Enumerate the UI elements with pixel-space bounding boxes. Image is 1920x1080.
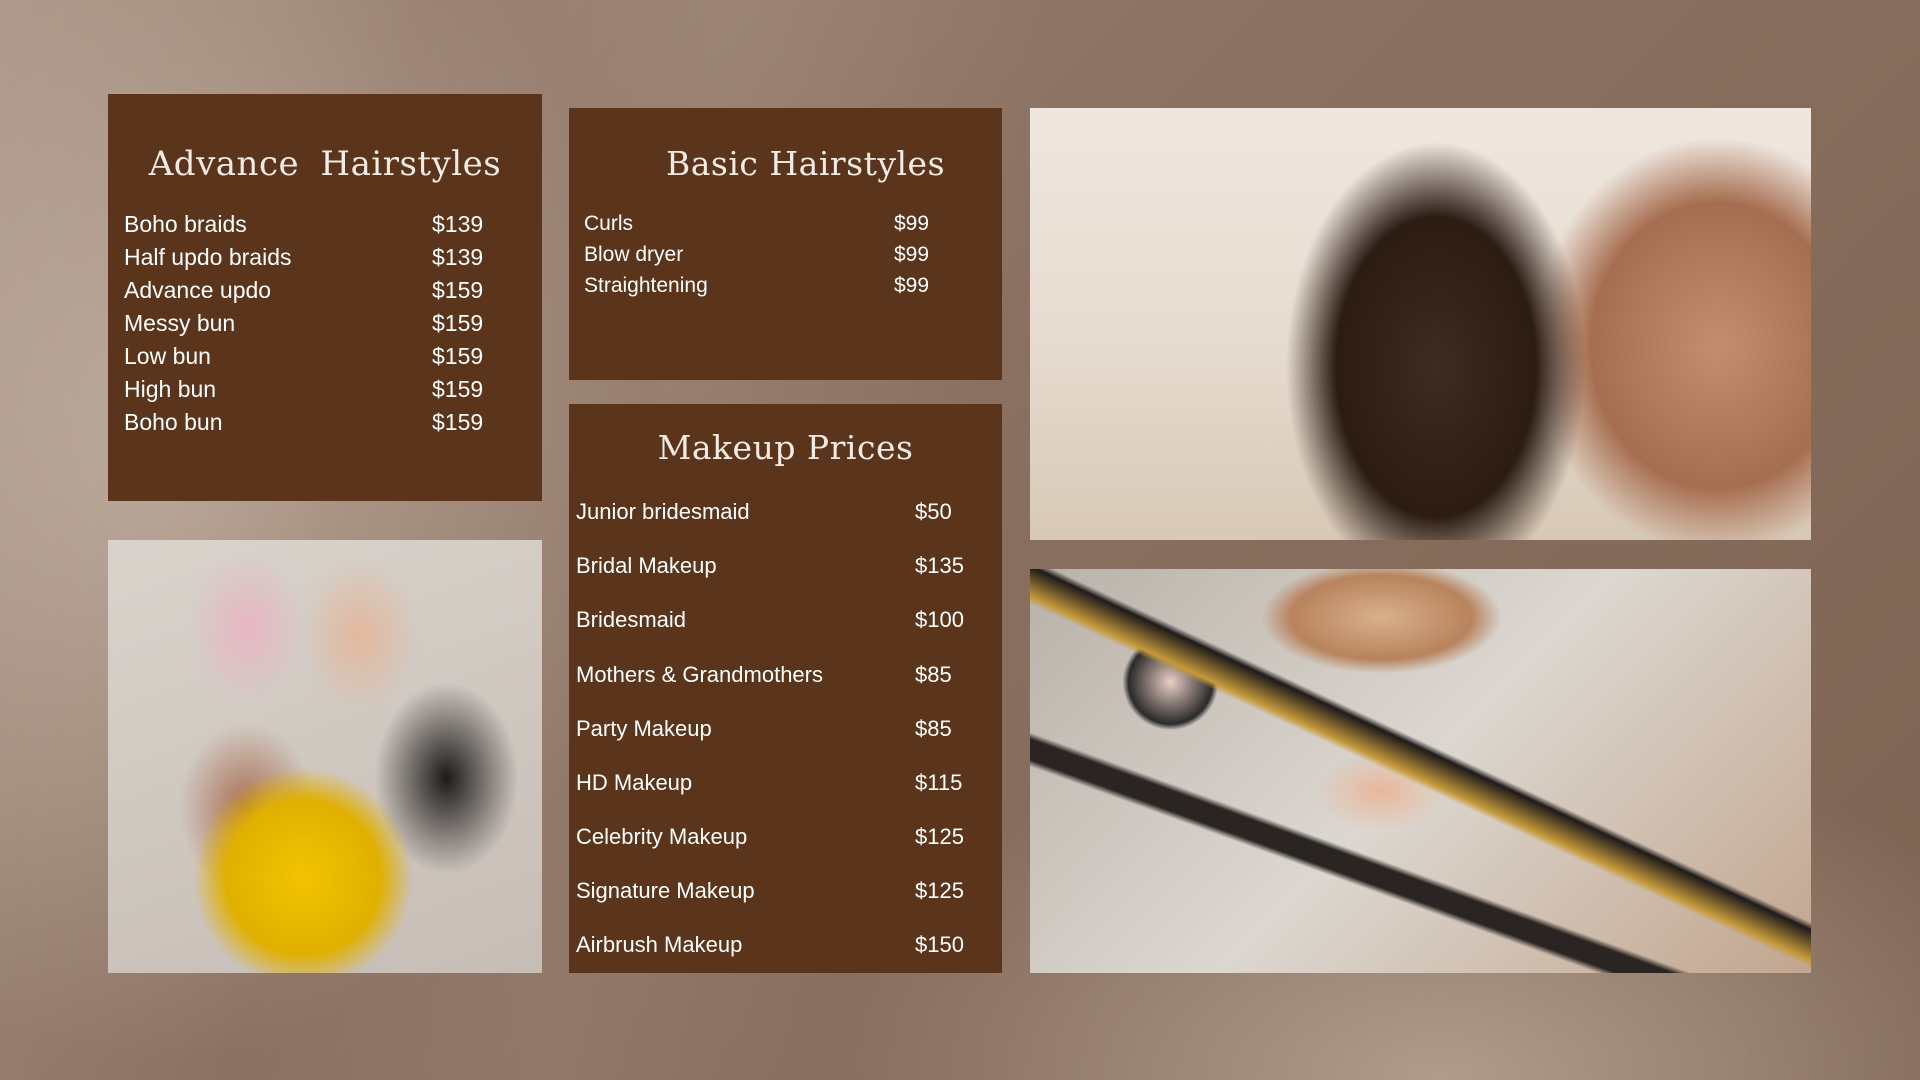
price-row: Mothers & Grandmothers $85 — [569, 662, 1002, 716]
service-price: $115 — [915, 770, 963, 795]
advance-hairstyles-title: Advance Hairstyles — [148, 144, 502, 184]
service-price: $159 — [432, 409, 484, 435]
service-name: High bun — [124, 376, 217, 402]
service-price: $100 — [915, 607, 964, 632]
service-name: Boho braids — [124, 211, 247, 237]
service-name: Junior bridesmaid — [576, 499, 750, 524]
service-name: Half updo braids — [124, 244, 292, 270]
service-name: Straightening — [584, 274, 708, 297]
service-name: Advance updo — [124, 277, 272, 303]
service-price: $99 — [894, 243, 930, 266]
makeup-products-photo — [1030, 569, 1811, 973]
service-name: Bridal Makeup — [576, 553, 717, 578]
price-row: Signature Makeup $125 — [569, 878, 1002, 932]
service-name: Party Makeup — [576, 716, 712, 741]
service-price: $150 — [915, 932, 964, 957]
service-name: Curls — [584, 212, 634, 235]
price-row: Airbrush Makeup $150 — [569, 932, 1002, 986]
service-price: $50 — [915, 499, 952, 524]
service-name: Messy bun — [124, 310, 236, 336]
price-row: High bun $159 — [108, 376, 542, 409]
service-price: $85 — [915, 716, 952, 741]
service-price: $99 — [894, 212, 930, 235]
makeup-prices-title: Makeup Prices — [657, 428, 914, 467]
service-price: $139 — [432, 244, 484, 270]
service-price: $139 — [432, 211, 484, 237]
price-row: Junior bridesmaid $50 — [569, 499, 1002, 553]
price-row: Boho braids $139 — [108, 211, 542, 244]
price-row: Party Makeup $85 — [569, 716, 1002, 770]
price-row: Straightening $99 — [569, 274, 1002, 305]
advance-hairstyles-panel: Advance Hairstyles Boho braids $139 Half… — [108, 94, 542, 501]
price-row: Low bun $159 — [108, 343, 542, 376]
service-price: $159 — [432, 310, 484, 336]
basic-hairstyles-title: Basic Hairstyles — [665, 144, 946, 183]
service-name: Blow dryer — [584, 243, 684, 266]
basic-hairstyles-panel: Basic Hairstyles Curls $99 Blow dryer $9… — [569, 108, 1002, 380]
service-name: HD Makeup — [576, 770, 693, 795]
friends-glitter-makeup-photo — [108, 540, 542, 973]
price-row: Blow dryer $99 — [569, 243, 1002, 274]
service-price: $85 — [915, 662, 952, 687]
price-row: Bridal Makeup $135 — [569, 553, 1002, 607]
service-name: Boho bun — [124, 409, 223, 435]
service-price: $159 — [432, 277, 484, 303]
service-name: Signature Makeup — [576, 878, 755, 903]
hair-styling-photo — [1030, 108, 1811, 540]
service-price: $159 — [432, 376, 484, 402]
service-name: Airbrush Makeup — [576, 932, 743, 957]
service-price: $159 — [432, 343, 484, 369]
service-name: Celebrity Makeup — [576, 824, 748, 849]
service-price: $135 — [915, 553, 964, 578]
service-name: Bridesmaid — [576, 607, 687, 632]
service-name: Mothers & Grandmothers — [576, 662, 823, 687]
price-row: Messy bun $159 — [108, 310, 542, 343]
price-row: Advance updo $159 — [108, 277, 542, 310]
price-row: Bridesmaid $100 — [569, 607, 1002, 661]
service-name: Low bun — [124, 343, 211, 369]
service-price: $99 — [894, 274, 930, 297]
price-row: Boho bun $159 — [108, 409, 542, 442]
price-row: Half updo braids $139 — [108, 244, 542, 277]
service-price: $125 — [915, 824, 964, 849]
price-row: HD Makeup $115 — [569, 770, 1002, 824]
service-price: $125 — [915, 878, 964, 903]
price-row: Celebrity Makeup $125 — [569, 824, 1002, 878]
price-row: Curls $99 — [569, 212, 1002, 243]
makeup-prices-panel: Makeup Prices Junior bridesmaid $50 Brid… — [569, 404, 1002, 973]
